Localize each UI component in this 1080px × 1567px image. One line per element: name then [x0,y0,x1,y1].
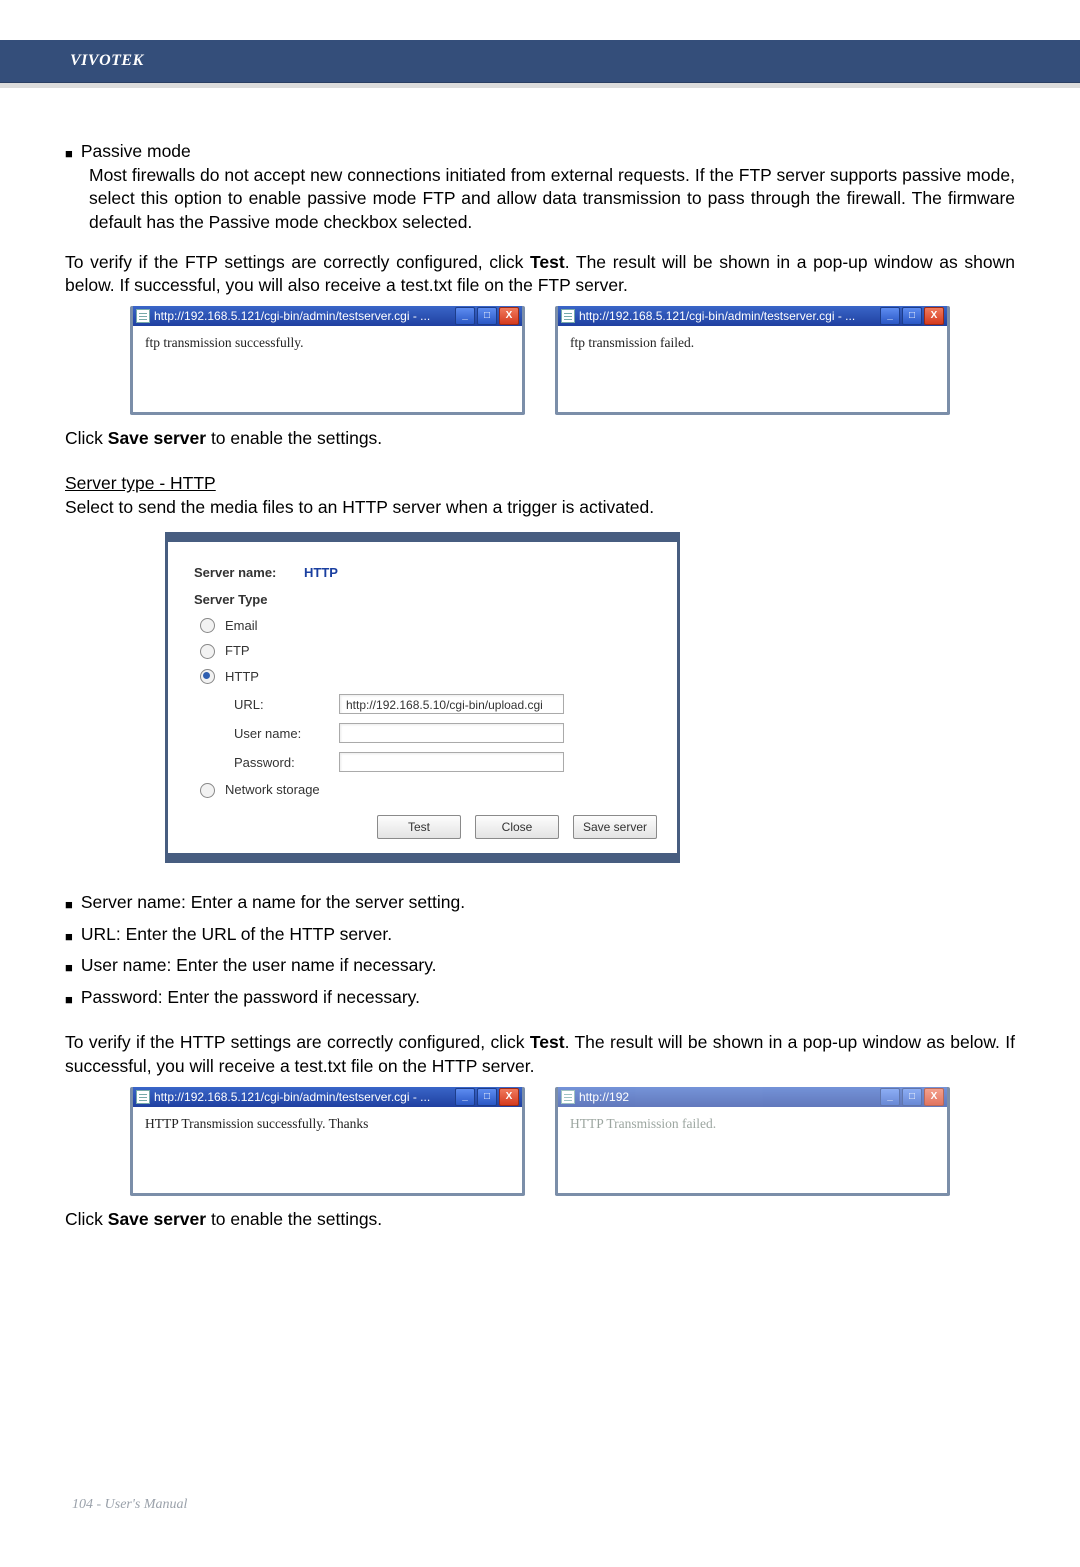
server-type-label: Server Type [194,591,651,609]
document-icon [136,1090,150,1104]
square-bullet-icon: ■ [65,896,73,914]
save-post: to enable the settings. [206,1209,382,1229]
username-input[interactable] [339,723,564,743]
http-test-popup-row: http://192.168.5.121/cgi-bin/admin/tests… [105,1087,975,1196]
ftp-save-server-line: Click Save server to enable the settings… [65,427,1015,451]
radio-icon [200,783,215,798]
opt-label: FTP [225,642,250,660]
ftp-verify-paragraph: To verify if the FTP settings are correc… [65,251,1015,298]
password-label: Password: [234,754,339,772]
http-server-settings-panel: Server name: HTTP Server Type Email FTP … [165,532,680,863]
square-bullet-icon: ■ [65,928,73,946]
http-save-server-line: Click Save server to enable the settings… [65,1208,1015,1232]
save-server-bold: Save server [108,1209,206,1229]
passive-mode-heading: Passive mode [81,140,191,164]
ftp-verify-test-word: Test [530,252,565,272]
minimize-icon[interactable]: _ [455,307,475,325]
radio-icon [200,644,215,659]
popup-title: http://192.168.5.121/cgi-bin/admin/tests… [154,308,455,324]
popup-title: http://192.168.5.121/cgi-bin/admin/tests… [154,1089,455,1105]
bullet-text: Password: Enter the password if necessar… [81,986,420,1010]
opt-label: Email [225,617,258,635]
server-type-http-option[interactable]: HTTP [200,668,651,686]
close-icon[interactable]: X [924,307,944,325]
popup-body: ftp transmission successfully. [133,326,522,412]
maximize-icon[interactable]: □ [902,1088,922,1106]
popup-body: HTTP Transmission failed. [558,1107,947,1193]
bullet-user: ■ User name: Enter the user name if nece… [65,954,1015,978]
url-label: URL: [234,696,339,714]
http-verify-test-word: Test [530,1032,565,1052]
popup-body: ftp transmission failed. [558,326,947,412]
document-icon [561,309,575,323]
test-button[interactable]: Test [377,815,461,839]
bullet-text: Server name: Enter a name for the server… [81,891,465,915]
radio-checked-icon [200,669,215,684]
popup-title: http://192 [579,1089,880,1105]
popup-body: HTTP Transmission successfully. Thanks [133,1107,522,1193]
popup-titlebar: http://192 _ □ X [558,1087,947,1107]
close-icon[interactable]: X [499,1088,519,1106]
brand-header: VIVOTEK [0,40,1080,83]
ftp-verify-pre: To verify if the FTP settings are correc… [65,252,530,272]
popup-titlebar: http://192.168.5.121/cgi-bin/admin/tests… [133,306,522,326]
maximize-icon[interactable]: □ [477,307,497,325]
maximize-icon[interactable]: □ [902,307,922,325]
minimize-icon[interactable]: _ [880,1088,900,1106]
square-bullet-icon: ■ [65,145,73,163]
http-section-desc: Select to send the media files to an HTT… [65,496,1015,520]
bullet-text: User name: Enter the user name if necess… [81,954,437,978]
save-pre: Click [65,1209,108,1229]
ftp-test-popup-row: http://192.168.5.121/cgi-bin/admin/tests… [125,306,955,415]
bullet-url: ■ URL: Enter the URL of the HTTP server. [65,923,1015,947]
save-post: to enable the settings. [206,428,382,448]
save-server-button[interactable]: Save server [573,815,657,839]
http-section-heading: Server type - HTTP [65,472,1015,496]
username-label: User name: [234,725,339,743]
popup-http-fail: http://192 _ □ X HTTP Transmission faile… [555,1087,950,1196]
square-bullet-icon: ■ [65,959,73,977]
popup-ftp-fail: http://192.168.5.121/cgi-bin/admin/tests… [555,306,950,415]
close-icon[interactable]: X [499,307,519,325]
server-type-ftp-option[interactable]: FTP [200,642,651,660]
bullet-text: URL: Enter the URL of the HTTP server. [81,923,392,947]
http-verify-paragraph: To verify if the HTTP settings are corre… [65,1031,1015,1078]
document-icon [561,1090,575,1104]
passive-mode-desc: Most firewalls do not accept new connect… [89,164,1015,235]
password-input[interactable] [339,752,564,772]
save-server-bold: Save server [108,428,206,448]
server-name-label: Server name: [194,564,304,582]
minimize-icon[interactable]: _ [880,307,900,325]
popup-title: http://192.168.5.121/cgi-bin/admin/tests… [579,308,880,324]
square-bullet-icon: ■ [65,991,73,1009]
minimize-icon[interactable]: _ [455,1088,475,1106]
radio-icon [200,618,215,633]
server-type-network-storage-option[interactable]: Network storage [200,781,651,799]
popup-titlebar: http://192.168.5.121/cgi-bin/admin/tests… [558,306,947,326]
close-icon[interactable]: X [924,1088,944,1106]
opt-label: Network storage [225,781,320,799]
maximize-icon[interactable]: □ [477,1088,497,1106]
close-button[interactable]: Close [475,815,559,839]
server-name-value: HTTP [304,564,338,582]
document-icon [136,309,150,323]
bullet-pass: ■ Password: Enter the password if necess… [65,986,1015,1010]
popup-titlebar: http://192.168.5.121/cgi-bin/admin/tests… [133,1087,522,1107]
popup-http-success: http://192.168.5.121/cgi-bin/admin/tests… [130,1087,525,1196]
page-footer: 104 - User's Manual [72,1497,187,1513]
passive-mode-heading-row: ■ Passive mode [65,140,1015,164]
bullet-server-name: ■ Server name: Enter a name for the serv… [65,891,1015,915]
brand-text: VIVOTEK [70,52,144,70]
popup-ftp-success: http://192.168.5.121/cgi-bin/admin/tests… [130,306,525,415]
opt-label: HTTP [225,668,259,686]
server-type-email-option[interactable]: Email [200,617,651,635]
save-pre: Click [65,428,108,448]
url-input[interactable]: http://192.168.5.10/cgi-bin/upload.cgi [339,694,564,714]
http-verify-pre: To verify if the HTTP settings are corre… [65,1032,530,1052]
